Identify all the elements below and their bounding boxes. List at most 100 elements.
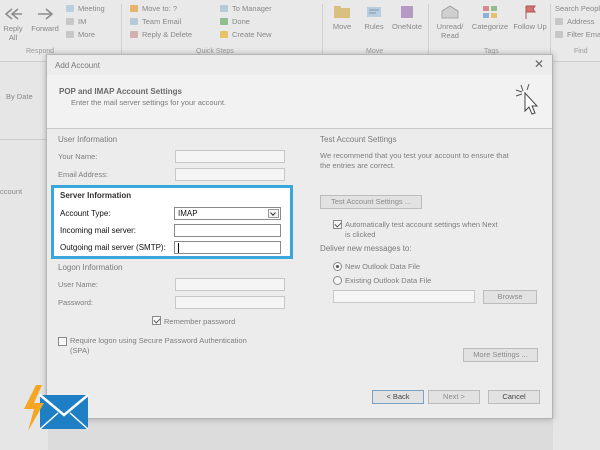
incoming-server-field[interactable] [174,224,281,237]
server-information-highlight: Server Information Account Type: IMAP In… [51,185,293,259]
ribbon-separator [322,4,323,56]
back-button[interactable]: < Back [372,390,424,404]
onenote-label: OneNote [391,22,423,31]
ribbon-separator [428,4,429,56]
more-label: More [78,30,96,39]
categorize-button[interactable]: Categorize [470,4,510,31]
test-description-line1: We recommend that you test your account … [320,151,509,160]
im-icon [66,18,74,25]
dialog-header: POP and IMAP Account Settings Enter the … [47,75,552,129]
incoming-server-label: Incoming mail server: [60,226,137,235]
auto-test-label-line1: Automatically test account settings when… [345,220,498,229]
new-data-file-radio[interactable] [333,262,342,271]
follow-up-button[interactable]: Follow Up [512,4,548,31]
create-new-quickstep[interactable]: Create New [220,30,272,39]
outgoing-server-field[interactable] [174,241,281,254]
reply-all-label: All [8,33,18,42]
onenote-button[interactable]: OneNote [390,4,424,31]
dialog-title: Add Account [55,61,100,70]
unread-read-label: Unread/ Read [436,22,464,40]
meeting-icon [66,5,74,12]
reply-delete-quickstep[interactable]: Reply & Delete [130,30,192,39]
forward-button[interactable]: Forward [28,6,62,33]
rules-label: Rules [364,22,384,31]
filter-icon [555,31,563,38]
spa-label-line1: Require logon using Secure Password Auth… [70,336,247,345]
onenote-icon [401,6,413,18]
account-type-label: Account Type: [60,209,111,218]
address-book-label: Address [567,17,595,26]
team-email-label: Team Email [142,17,182,26]
user-name-field[interactable] [175,278,285,291]
move-to-icon [130,5,138,12]
password-field[interactable] [175,296,285,309]
reply-all-icon [4,8,22,20]
text-cursor [178,243,179,253]
test-description-line2: the entries are correct. [320,161,396,170]
browse-button[interactable]: Browse [483,290,537,304]
by-date-sort[interactable]: By Date [6,92,33,101]
spa-checkbox[interactable] [58,337,67,346]
rules-button[interactable]: Rules [360,4,388,31]
forward-icon [38,8,54,20]
create-new-icon [220,31,228,38]
create-new-label: Create New [232,30,272,39]
im-button[interactable]: IM [66,17,86,26]
remember-password-checkbox[interactable] [152,316,161,325]
test-account-settings-button[interactable]: Test Account Settings ... [320,195,422,209]
unread-read-button[interactable]: Unread/ Read [432,4,468,40]
cancel-button[interactable]: Cancel [488,390,540,404]
flag-icon [525,5,536,19]
rules-icon [367,7,381,17]
remember-password-label: Remember password [164,317,236,326]
to-manager-quickstep[interactable]: To Manager [220,4,272,13]
mail-bolt-logo [24,385,89,431]
forward-label: Forward [31,24,59,33]
more-button[interactable]: More [66,30,95,39]
done-check-icon [220,18,228,25]
categorize-icon [483,6,497,18]
existing-data-file-radio[interactable] [333,276,342,285]
reading-pane [553,62,600,450]
move-button[interactable]: Move [328,4,356,31]
follow-up-label: Follow Up [513,22,547,31]
reply-label: Reply [3,24,23,33]
move-to-quickstep[interactable]: Move to: ? [130,4,177,13]
envelope-open-icon [441,5,459,19]
meeting-button[interactable]: Meeting [66,4,105,13]
existing-data-file-label: Existing Outlook Data File [345,276,432,285]
data-file-path-field[interactable] [333,290,475,303]
logon-info-heading: Logon Information [58,263,123,272]
address-book-button[interactable]: Address [555,17,595,26]
move-folder-icon [334,6,350,18]
categorize-label: Categorize [471,22,509,31]
account-type-select[interactable]: IMAP [174,207,281,220]
account-folder-label[interactable]: ccount [0,187,22,196]
folder-pane-tab [0,130,48,140]
chevron-down-icon[interactable] [268,209,279,218]
server-info-heading: Server Information [60,191,132,200]
email-address-label: Email Address: [58,170,109,179]
auto-test-checkbox[interactable] [333,220,342,229]
your-name-field[interactable] [175,150,285,163]
reply-delete-icon [130,31,138,38]
cursor-sparkle-icon [515,83,539,115]
find-group-label: Find [574,48,588,55]
account-type-value: IMAP [178,209,198,218]
filter-email-button[interactable]: Filter Email [555,30,600,39]
deliver-heading: Deliver new messages to: [320,244,412,253]
user-info-heading: User Information [58,135,118,144]
test-settings-heading: Test Account Settings [320,135,397,144]
email-address-field[interactable] [175,168,285,181]
to-manager-icon [220,5,228,12]
team-email-quickstep[interactable]: Team Email [130,17,181,26]
next-button[interactable]: Next > [428,390,480,404]
reply-all-button[interactable]: Reply All [2,6,24,42]
close-icon[interactable]: ✕ [534,57,544,71]
ribbon-separator [550,4,551,56]
user-name-label: User Name: [58,280,99,289]
more-settings-button[interactable]: More Settings ... [463,348,538,362]
search-people-box[interactable]: Search People [555,4,600,13]
address-book-icon [555,18,563,25]
done-quickstep[interactable]: Done [220,17,250,26]
